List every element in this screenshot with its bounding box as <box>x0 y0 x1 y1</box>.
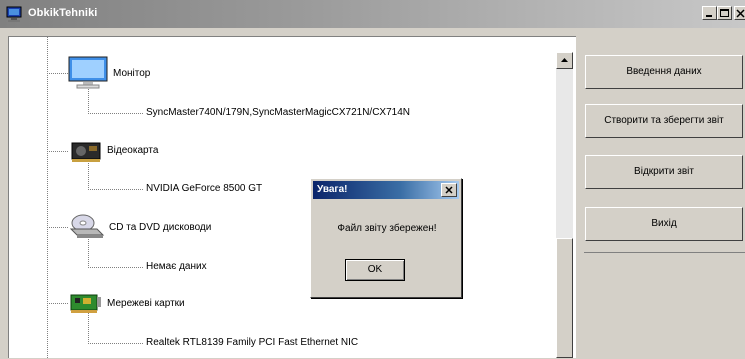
close-icon <box>736 9 745 18</box>
create-save-report-button[interactable]: Створити та зберегти звіт <box>585 104 743 138</box>
network-card-icon <box>70 294 101 313</box>
video-card-icon <box>71 142 101 162</box>
tree-item-cd-dvd[interactable]: CD та DVD дисководи <box>109 222 211 233</box>
close-icon <box>445 186 453 194</box>
cd-drive-icon <box>69 214 105 238</box>
tree-item-monitor-model[interactable]: SyncMaster740N/179N,SyncMasterMagicCX721… <box>146 107 410 118</box>
window-title: ObkikTehniki <box>28 7 98 19</box>
tree-item-video-card[interactable]: Відеокарта <box>107 145 158 156</box>
maximize-button[interactable] <box>717 6 732 20</box>
main-window: ObkikTehniki Монітор SyncMaster740N/179N… <box>0 0 745 359</box>
tree-item-network-card-model[interactable]: Realtek RTL8139 Family PCI Fast Ethernet… <box>146 337 358 348</box>
tree-item-network-card[interactable]: Мережеві картки <box>107 298 185 309</box>
open-report-button[interactable]: Відкрити звіт <box>585 155 743 189</box>
dialog-title-bar[interactable]: Увага! <box>313 181 459 199</box>
computer-icon <box>6 6 22 22</box>
arrow-up-icon <box>561 58 568 62</box>
ok-button[interactable]: OK <box>345 259 405 281</box>
tree-item-cd-dvd-none[interactable]: Немає даних <box>146 261 207 272</box>
maximize-icon <box>720 9 729 17</box>
tree-item-monitor[interactable]: Монітор <box>113 68 150 79</box>
dialog-message: Файл звіту збережен! <box>337 223 437 234</box>
scroll-up-button[interactable] <box>556 52 573 69</box>
message-dialog: Увага! Файл звіту збережен! OK <box>310 178 462 298</box>
dialog-title: Увага! <box>317 184 348 195</box>
side-panel-divider <box>584 252 745 358</box>
dialog-close-button[interactable] <box>441 183 457 197</box>
minimize-button[interactable] <box>702 6 717 20</box>
data-entry-button[interactable]: Введення даних <box>585 55 743 89</box>
title-bar[interactable]: ObkikTehniki <box>0 0 745 28</box>
monitor-icon <box>68 56 108 89</box>
tree-item-video-card-model[interactable]: NVIDIA GeForce 8500 GT <box>146 183 262 194</box>
device-tree[interactable]: Монітор SyncMaster740N/179N,SyncMasterMa… <box>8 36 576 359</box>
scroll-thumb[interactable] <box>556 238 573 358</box>
tree-scrollbar[interactable] <box>556 52 573 358</box>
minimize-icon <box>706 15 712 17</box>
close-button[interactable] <box>734 6 745 20</box>
exit-button[interactable]: Вихід <box>585 207 743 241</box>
